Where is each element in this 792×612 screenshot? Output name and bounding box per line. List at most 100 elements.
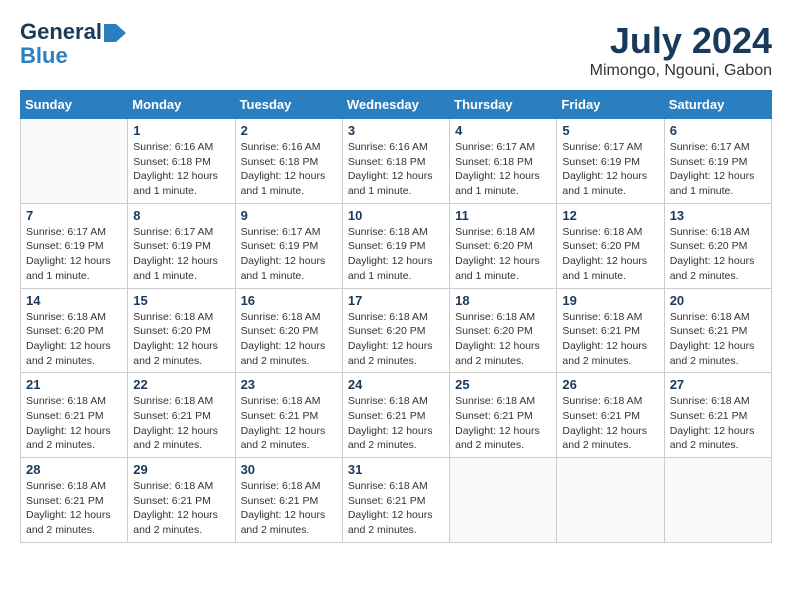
day-number: 25 <box>455 377 551 392</box>
calendar-week-row: 1 Sunrise: 6:16 AMSunset: 6:18 PMDaylight… <box>21 119 772 204</box>
day-info: Sunrise: 6:18 AMSunset: 6:21 PMDaylight:… <box>241 394 337 453</box>
day-number: 26 <box>562 377 658 392</box>
calendar-cell: 29 Sunrise: 6:18 AMSunset: 6:21 PMDayligh… <box>128 458 235 543</box>
day-info: Sunrise: 6:16 AMSunset: 6:18 PMDaylight:… <box>241 140 337 199</box>
day-number: 17 <box>348 293 444 308</box>
weekday-header: Wednesday <box>342 91 449 119</box>
day-info: Sunrise: 6:18 AMSunset: 6:20 PMDaylight:… <box>670 225 766 284</box>
day-info: Sunrise: 6:18 AMSunset: 6:21 PMDaylight:… <box>133 394 229 453</box>
day-info: Sunrise: 6:17 AMSunset: 6:19 PMDaylight:… <box>562 140 658 199</box>
weekday-header: Tuesday <box>235 91 342 119</box>
day-number: 8 <box>133 208 229 223</box>
day-info: Sunrise: 6:17 AMSunset: 6:19 PMDaylight:… <box>26 225 122 284</box>
day-info: Sunrise: 6:18 AMSunset: 6:20 PMDaylight:… <box>455 310 551 369</box>
day-number: 23 <box>241 377 337 392</box>
calendar-cell: 20Sunrise: 6:18 AMSunset: 6:21 PMDayligh… <box>664 288 771 373</box>
day-number: 22 <box>133 377 229 392</box>
calendar-cell: 19 Sunrise: 6:18 AMSunset: 6:21 PMDayligh… <box>557 288 664 373</box>
calendar-cell <box>557 458 664 543</box>
day-number: 16 <box>241 293 337 308</box>
day-number: 1 <box>133 123 229 138</box>
logo-icon <box>104 24 126 42</box>
calendar-cell: 23 Sunrise: 6:18 AMSunset: 6:21 PMDayligh… <box>235 373 342 458</box>
day-number: 4 <box>455 123 551 138</box>
calendar-cell: 31 Sunrise: 6:18 AMSunset: 6:21 PMDayligh… <box>342 458 449 543</box>
day-info: Sunrise: 6:18 AMSunset: 6:21 PMDaylight:… <box>348 479 444 538</box>
day-number: 6 <box>670 123 766 138</box>
calendar-cell: 12 Sunrise: 6:18 AMSunset: 6:20 PMDayligh… <box>557 203 664 288</box>
calendar-cell: 3Sunrise: 6:16 AMSunset: 6:18 PMDaylight… <box>342 119 449 204</box>
day-number: 12 <box>562 208 658 223</box>
calendar-table: SundayMondayTuesdayWednesdayThursdayFrid… <box>20 90 772 543</box>
calendar-cell: 18 Sunrise: 6:18 AMSunset: 6:20 PMDayligh… <box>450 288 557 373</box>
day-number: 13 <box>670 208 766 223</box>
calendar-cell: 21Sunrise: 6:18 AMSunset: 6:21 PMDayligh… <box>21 373 128 458</box>
day-number: 18 <box>455 293 551 308</box>
day-info: Sunrise: 6:18 AMSunset: 6:21 PMDaylight:… <box>348 394 444 453</box>
calendar-cell: 24 Sunrise: 6:18 AMSunset: 6:21 PMDayligh… <box>342 373 449 458</box>
weekday-header: Monday <box>128 91 235 119</box>
weekday-header: Sunday <box>21 91 128 119</box>
day-info: Sunrise: 6:18 AMSunset: 6:21 PMDaylight:… <box>133 479 229 538</box>
day-number: 19 <box>562 293 658 308</box>
calendar-cell: 14 Sunrise: 6:18 AMSunset: 6:20 PMDayligh… <box>21 288 128 373</box>
calendar-cell: 22 Sunrise: 6:18 AMSunset: 6:21 PMDayligh… <box>128 373 235 458</box>
day-info: Sunrise: 6:17 AMSunset: 6:19 PMDaylight:… <box>133 225 229 284</box>
calendar-week-row: 28Sunrise: 6:18 AMSunset: 6:21 PMDayligh… <box>21 458 772 543</box>
calendar-week-row: 7Sunrise: 6:17 AMSunset: 6:19 PMDaylight… <box>21 203 772 288</box>
calendar-cell <box>664 458 771 543</box>
title-area: July 2024 Mimongo, Ngouni, Gabon <box>590 20 772 80</box>
calendar-cell: 28Sunrise: 6:18 AMSunset: 6:21 PMDayligh… <box>21 458 128 543</box>
day-info: Sunrise: 6:18 AMSunset: 6:20 PMDaylight:… <box>455 225 551 284</box>
calendar-cell: 26 Sunrise: 6:18 AMSunset: 6:21 PMDayligh… <box>557 373 664 458</box>
weekday-header: Saturday <box>664 91 771 119</box>
day-info: Sunrise: 6:16 AMSunset: 6:18 PMDaylight:… <box>133 140 229 199</box>
day-number: 5 <box>562 123 658 138</box>
weekday-header: Friday <box>557 91 664 119</box>
calendar-cell <box>450 458 557 543</box>
calendar-week-row: 21 Sunrise: 6:18 AMSunset: 6:21 PMDayligh… <box>21 373 772 458</box>
weekday-header: Thursday <box>450 91 557 119</box>
day-number: 29 <box>133 462 229 477</box>
day-info: Sunrise: 6:18 AMSunset: 6:20 PMDaylight:… <box>348 310 444 369</box>
logo: General Blue <box>20 20 126 68</box>
day-info: Sunrise: 6:18 AMSunset: 6:21 PMDaylight:… <box>670 394 766 453</box>
day-info: Sunrise: 6:18 AMSunset: 6:21 PMDaylight:… <box>26 479 122 538</box>
calendar-cell: 16Sunrise: 6:18 AMSunset: 6:20 PMDayligh… <box>235 288 342 373</box>
calendar-cell <box>21 119 128 204</box>
day-info: Sunrise: 6:18 AMSunset: 6:20 PMDaylight:… <box>26 310 122 369</box>
day-info: Sunrise: 6:18 AMSunset: 6:21 PMDaylight:… <box>241 479 337 538</box>
calendar-header-row: SundayMondayTuesdayWednesdayThursdayFrid… <box>21 91 772 119</box>
day-number: 15 <box>133 293 229 308</box>
day-info: Sunrise: 6:18 AMSunset: 6:21 PMDaylight:… <box>455 394 551 453</box>
day-number: 30 <box>241 462 337 477</box>
day-info: Sunrise: 6:18 AMSunset: 6:20 PMDaylight:… <box>133 310 229 369</box>
day-number: 2 <box>241 123 337 138</box>
calendar-cell: 8 Sunrise: 6:17 AMSunset: 6:19 PMDaylight… <box>128 203 235 288</box>
day-info: Sunrise: 6:17 AMSunset: 6:19 PMDaylight:… <box>241 225 337 284</box>
day-info: Sunrise: 6:18 AMSunset: 6:21 PMDaylight:… <box>562 394 658 453</box>
day-number: 21 <box>26 377 122 392</box>
day-info: Sunrise: 6:17 AMSunset: 6:19 PMDaylight:… <box>670 140 766 199</box>
day-info: Sunrise: 6:18 AMSunset: 6:21 PMDaylight:… <box>670 310 766 369</box>
calendar-cell: 2 Sunrise: 6:16 AMSunset: 6:18 PMDaylight… <box>235 119 342 204</box>
calendar-cell: 27Sunrise: 6:18 AMSunset: 6:21 PMDayligh… <box>664 373 771 458</box>
calendar-cell: 4Sunrise: 6:17 AMSunset: 6:18 PMDaylight… <box>450 119 557 204</box>
day-number: 31 <box>348 462 444 477</box>
day-number: 9 <box>241 208 337 223</box>
day-number: 14 <box>26 293 122 308</box>
calendar-cell: 7Sunrise: 6:17 AMSunset: 6:19 PMDaylight… <box>21 203 128 288</box>
calendar-cell: 17 Sunrise: 6:18 AMSunset: 6:20 PMDayligh… <box>342 288 449 373</box>
calendar-cell: 30 Sunrise: 6:18 AMSunset: 6:21 PMDayligh… <box>235 458 342 543</box>
location-title: Mimongo, Ngouni, Gabon <box>590 62 772 80</box>
day-number: 10 <box>348 208 444 223</box>
logo-text: General <box>20 20 102 44</box>
day-info: Sunrise: 6:18 AMSunset: 6:21 PMDaylight:… <box>562 310 658 369</box>
day-number: 24 <box>348 377 444 392</box>
day-info: Sunrise: 6:18 AMSunset: 6:20 PMDaylight:… <box>562 225 658 284</box>
calendar-cell: 10 Sunrise: 6:18 AMSunset: 6:19 PMDayligh… <box>342 203 449 288</box>
day-info: Sunrise: 6:18 AMSunset: 6:19 PMDaylight:… <box>348 225 444 284</box>
calendar-cell: 5 Sunrise: 6:17 AMSunset: 6:19 PMDaylight… <box>557 119 664 204</box>
day-info: Sunrise: 6:16 AMSunset: 6:18 PMDaylight:… <box>348 140 444 199</box>
calendar-cell: 11Sunrise: 6:18 AMSunset: 6:20 PMDayligh… <box>450 203 557 288</box>
